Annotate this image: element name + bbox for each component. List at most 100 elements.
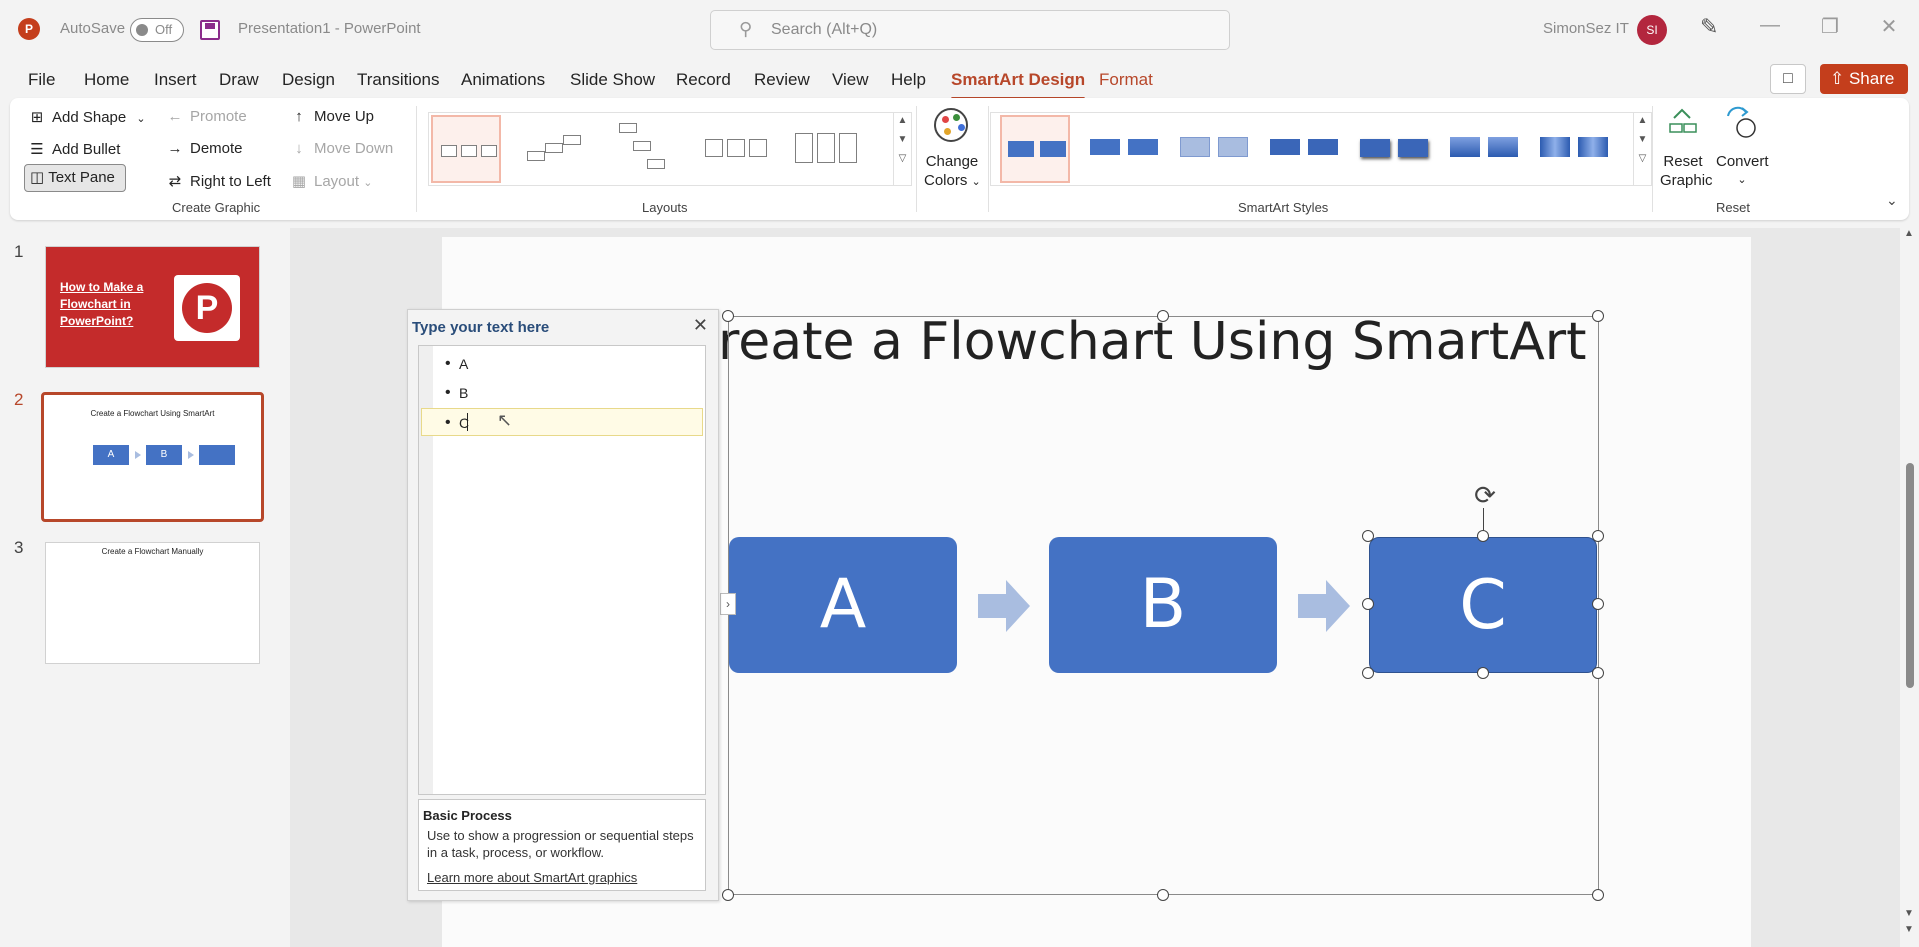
tab-draw[interactable]: Draw (219, 70, 259, 90)
arrow-right-icon (135, 451, 141, 459)
scroll-down-icon[interactable]: ▼ (1634, 134, 1651, 145)
style-simple-fill[interactable] (1000, 115, 1070, 183)
list-item[interactable]: B (444, 384, 468, 402)
close-window-icon[interactable]: ✕ (1874, 14, 1904, 39)
promote-button[interactable]: ← Promote (164, 108, 247, 125)
add-shape-button[interactable]: ⊞ Add Shape ⌄ (26, 108, 146, 126)
tab-slide-show[interactable]: Slide Show (570, 70, 655, 90)
resize-handle[interactable] (1362, 530, 1374, 542)
style-inset[interactable] (1540, 115, 1610, 183)
share-button[interactable]: ⇧ Share (1820, 64, 1908, 94)
tab-format[interactable]: Format (1099, 70, 1153, 90)
tab-animations[interactable]: Animations (461, 70, 545, 90)
restore-icon[interactable]: ❐ (1815, 14, 1845, 39)
tab-insert[interactable]: Insert (154, 70, 197, 90)
resize-handle[interactable] (1477, 530, 1489, 542)
tab-smartart-design[interactable]: SmartArt Design (951, 70, 1086, 100)
layouts-gallery-scroll[interactable]: ▲ ▼ ▽ (893, 113, 911, 185)
styles-gallery-scroll[interactable]: ▲ ▼ ▽ (1633, 113, 1651, 185)
resize-handle[interactable] (1592, 598, 1604, 610)
search-input[interactable]: ⚲ Search (Alt+Q) (710, 10, 1230, 50)
layout-step-up-process[interactable] (521, 115, 591, 183)
change-colors-button[interactable]: Change Colors ⌄ (924, 152, 981, 192)
text-cursor (467, 413, 468, 431)
tab-design[interactable]: Design (282, 70, 335, 90)
learn-more-link[interactable]: Learn more about SmartArt graphics (427, 870, 637, 885)
search-placeholder: Search (Alt+Q) (771, 21, 878, 38)
layouts-gallery[interactable]: ▲ ▼ ▽ (428, 112, 912, 186)
slide-thumbnail-1[interactable]: How to Make a Flowchart in PowerPoint? P (45, 246, 260, 368)
flowchart-box-b[interactable]: B (1049, 537, 1277, 673)
scrollbar-thumb[interactable] (1906, 463, 1914, 688)
gallery-more-icon[interactable]: ▽ (894, 153, 911, 164)
layout-grouped-list[interactable] (791, 115, 861, 183)
save-icon[interactable] (200, 20, 220, 40)
tab-file[interactable]: File (28, 70, 55, 90)
avatar[interactable]: SI (1637, 15, 1667, 45)
slide-thumbnail-3[interactable]: Create a Flowchart Manually (45, 542, 260, 664)
tab-help[interactable]: Help (891, 70, 926, 90)
tab-home[interactable]: Home (84, 70, 129, 90)
style-intense-effect[interactable] (1360, 115, 1430, 183)
right-to-left-button[interactable]: ⇄ Right to Left (164, 172, 271, 190)
resize-handle[interactable] (1592, 667, 1604, 679)
style-subtle-effect[interactable] (1180, 115, 1250, 183)
text-pane-button[interactable]: ◫ Text Pane (24, 164, 126, 192)
slide-thumbnail-2[interactable]: Create a Flowchart Using SmartArt A B (41, 392, 264, 522)
collapse-ribbon-icon[interactable]: ⌄ (1886, 192, 1898, 209)
scroll-up-icon[interactable]: ▲ (1904, 228, 1914, 239)
scroll-down-icon[interactable]: ▼ (894, 134, 911, 145)
close-icon[interactable]: ✕ (693, 315, 708, 336)
title-bar: P AutoSave Off Presentation1 - PowerPoin… (0, 0, 1919, 60)
text-pane-toggle-icon[interactable]: › (720, 593, 736, 615)
tab-view[interactable]: View (832, 70, 869, 90)
resize-handle[interactable] (1157, 310, 1169, 322)
scroll-up-icon[interactable]: ▲ (894, 115, 911, 126)
convert-button[interactable]: Convert ⌄ (1716, 152, 1769, 190)
resize-handle[interactable] (1157, 889, 1169, 901)
move-down-button[interactable]: ↓ Move Down (288, 140, 393, 157)
palette-icon[interactable] (934, 108, 968, 142)
move-up-button[interactable]: ↑ Move Up (288, 108, 374, 125)
layout-alternating-flow[interactable] (701, 115, 771, 183)
ribbon-separator (1652, 106, 1653, 212)
reset-graphic-icon[interactable] (1666, 106, 1700, 140)
demote-button[interactable]: → Demote (164, 140, 243, 157)
flowchart-box-a[interactable]: A (729, 537, 957, 673)
list-item[interactable]: A (444, 355, 468, 373)
next-slide-icon[interactable]: ▼ (1904, 924, 1914, 935)
layout-basic-process[interactable] (431, 115, 501, 183)
minimize-icon[interactable]: — (1755, 14, 1785, 37)
reset-graphic-button[interactable]: Reset Graphic (1660, 152, 1713, 190)
style-moderate-effect[interactable] (1270, 115, 1340, 183)
gallery-more-icon[interactable]: ▽ (1634, 153, 1651, 164)
designer-pen-icon[interactable]: ✎ (1700, 14, 1718, 40)
style-polished[interactable] (1450, 115, 1520, 183)
layout-hierarchy-process[interactable] (611, 115, 681, 183)
tab-review[interactable]: Review (754, 70, 810, 90)
scroll-up-icon[interactable]: ▲ (1634, 115, 1651, 126)
resize-handle[interactable] (722, 310, 734, 322)
resize-handle[interactable] (1477, 667, 1489, 679)
text-pane-list[interactable]: A B C ↖ (418, 345, 706, 795)
comments-button[interactable]: □ (1770, 64, 1806, 94)
flowchart-box-c[interactable]: C (1369, 537, 1597, 673)
resize-handle[interactable] (1362, 598, 1374, 610)
layout-button[interactable]: ▦ Layout ⌄ (288, 172, 373, 190)
editor-scrollbar[interactable]: ▲ ▼ ▼ (1900, 228, 1919, 947)
flowchart-arrow-icon (978, 580, 1030, 632)
resize-handle[interactable] (1592, 530, 1604, 542)
resize-handle[interactable] (1362, 667, 1374, 679)
scroll-down-icon[interactable]: ▼ (1904, 908, 1914, 919)
tab-transitions[interactable]: Transitions (357, 70, 440, 90)
convert-icon[interactable] (1724, 106, 1758, 140)
rotate-handle-icon[interactable]: ⟳ (1470, 480, 1500, 510)
autosave-toggle[interactable]: Off (130, 18, 184, 42)
style-white-outline[interactable] (1090, 115, 1160, 183)
resize-handle[interactable] (722, 889, 734, 901)
smartart-styles-gallery[interactable]: ▲ ▼ ▽ (990, 112, 1652, 186)
tab-record[interactable]: Record (676, 70, 731, 90)
resize-handle[interactable] (1592, 889, 1604, 901)
add-bullet-button[interactable]: ☰ Add Bullet (26, 140, 120, 158)
resize-handle[interactable] (1592, 310, 1604, 322)
